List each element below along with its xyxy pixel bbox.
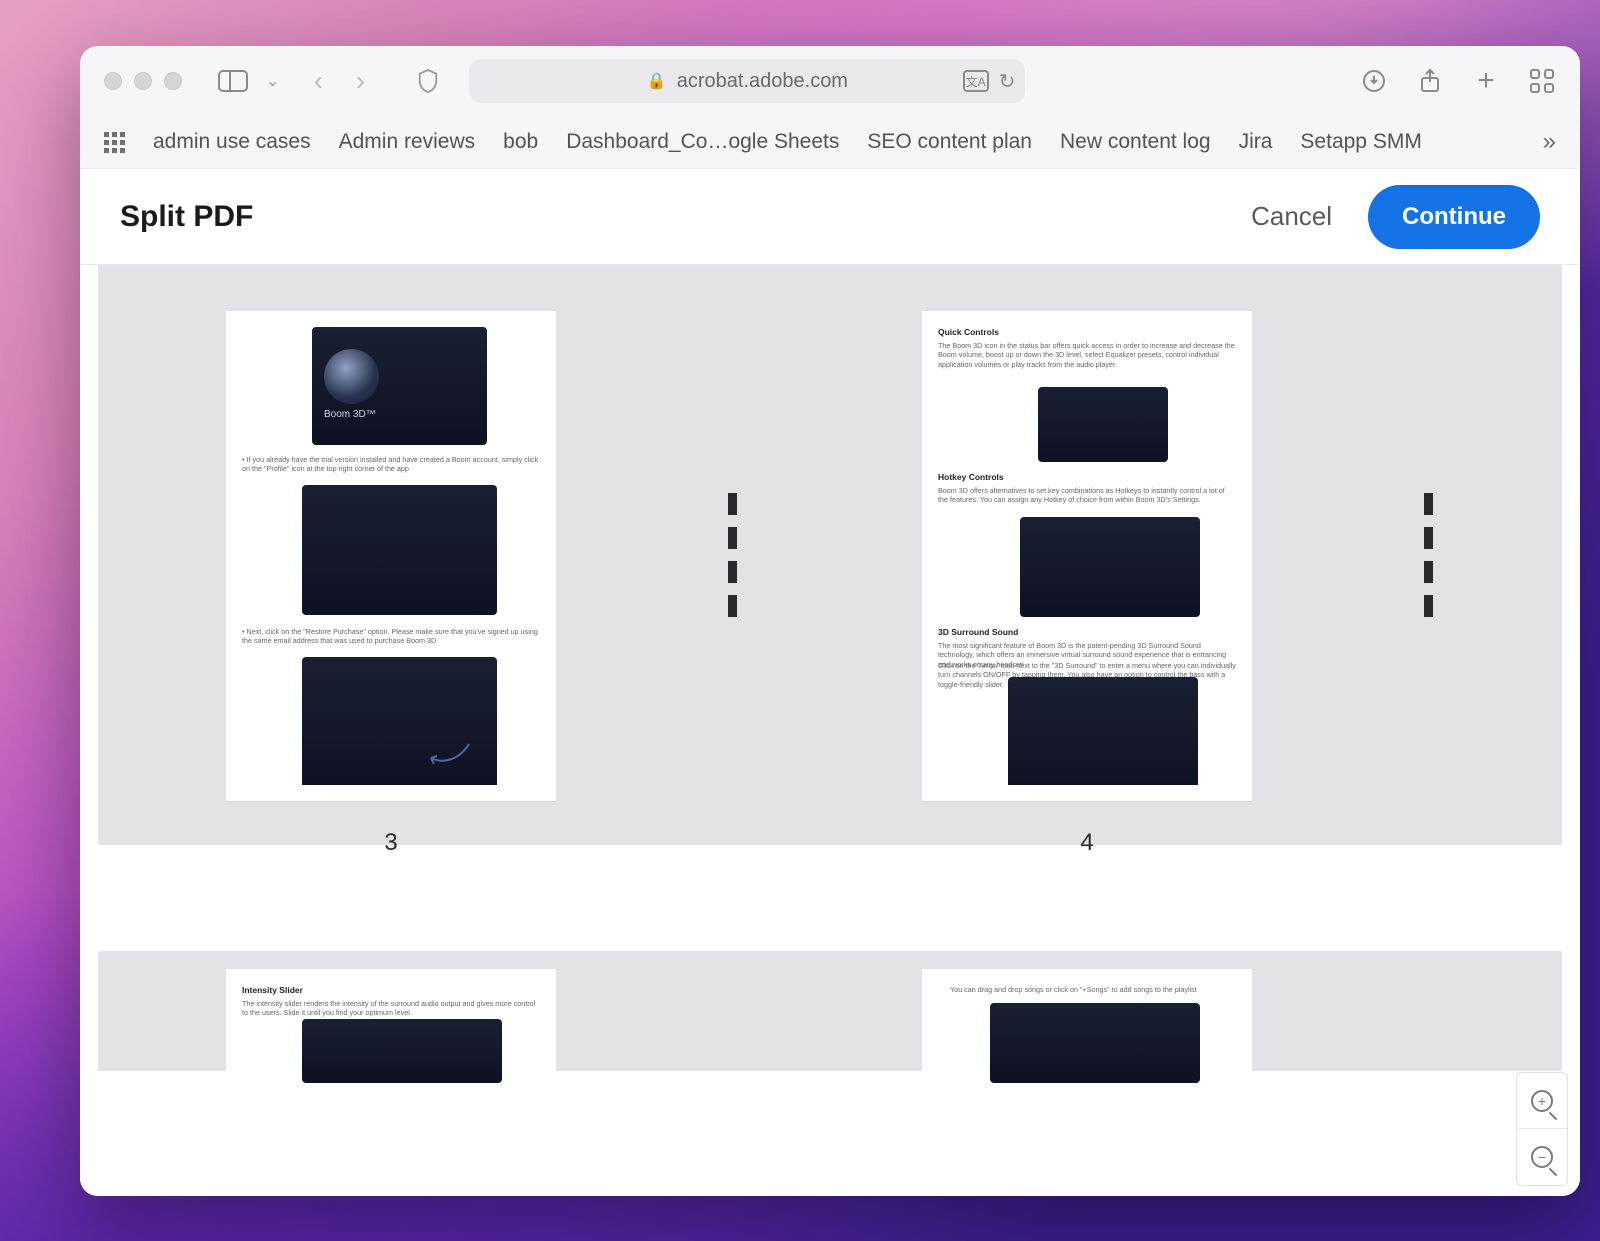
thumb3-line2: • Next, click on the "Restore Purchase" … (242, 627, 540, 646)
bookmark-item[interactable]: bob (503, 130, 538, 154)
lock-icon: 🔒 (647, 71, 667, 91)
share-button[interactable] (1416, 67, 1444, 95)
bookmark-item[interactable]: Jira (1239, 130, 1273, 154)
split-divider-handle[interactable] (728, 493, 737, 617)
page-number-label: 3 (384, 829, 397, 857)
page-content: Split PDF Cancel Continue Boom 3D™ • If … (80, 168, 1580, 1196)
bookmark-item[interactable]: SEO content plan (867, 130, 1032, 154)
bookmark-item[interactable]: Dashboard_Co…ogle Sheets (566, 130, 839, 154)
reload-button[interactable]: ↻ (999, 69, 1016, 94)
browser-window: ⌄ ‹ › 🔒 acrobat.adobe.com 文A ↻ + (80, 46, 1580, 1196)
address-bar[interactable]: 🔒 acrobat.adobe.com 文A ↻ (469, 59, 1025, 103)
bookmarks-bar: admin use cases Admin reviews bob Dashbo… (80, 116, 1580, 168)
translate-icon[interactable]: 文A (963, 70, 989, 92)
thumb3-line1: • If you already have the trial version … (242, 455, 540, 474)
bookmark-item[interactable]: Setapp SMM (1300, 130, 1421, 154)
cancel-button[interactable]: Cancel (1251, 201, 1332, 232)
url-host: acrobat.adobe.com (677, 70, 848, 93)
page-thumbnail-6[interactable]: You can drag and drop songs or click on … (922, 969, 1252, 1196)
thumb4-sec2-body: Boom 3D offers alternatives to set key c… (938, 486, 1236, 505)
sidebar-toggle-button[interactable] (214, 64, 252, 98)
tab-overview-button[interactable] (1528, 67, 1556, 95)
zoom-window-button[interactable] (164, 72, 182, 90)
page-number-label: 4 (1080, 829, 1093, 857)
thumb4-sec1-body: The Boom 3D icon in the status bar offer… (938, 341, 1236, 369)
thumb4-sec2-title: Hotkey Controls (938, 472, 1004, 483)
bookmark-item[interactable]: admin use cases (153, 130, 311, 154)
tab-group-chevron-icon[interactable]: ⌄ (266, 71, 279, 91)
close-window-button[interactable] (104, 72, 122, 90)
continue-button[interactable]: Continue (1368, 185, 1540, 249)
zoom-out-button[interactable]: − (1517, 1129, 1567, 1185)
bookmark-item[interactable]: Admin reviews (339, 130, 476, 154)
new-tab-button[interactable]: + (1472, 67, 1500, 95)
window-controls (104, 72, 182, 90)
page-thumbnail-4[interactable]: Quick Controls The Boom 3D icon in the s… (922, 311, 1252, 801)
page-header: Split PDF Cancel Continue (80, 169, 1580, 265)
zoom-controls: + − (1516, 1072, 1568, 1186)
page-thumbnail-3[interactable]: Boom 3D™ • If you already have the trial… (226, 311, 556, 801)
downloads-button[interactable] (1360, 67, 1388, 95)
thumb4-sec1-title: Quick Controls (938, 327, 999, 338)
back-button[interactable]: ‹ (299, 64, 337, 98)
apps-grid-icon[interactable] (104, 132, 125, 153)
thumb3-brand: Boom 3D™ (324, 409, 376, 422)
thumb4-sec3-title: 3D Surround Sound (938, 627, 1018, 638)
thumbnails-area: Boom 3D™ • If you already have the trial… (80, 265, 1580, 1196)
split-divider-handle[interactable] (1424, 493, 1433, 617)
thumbnail-row: Boom 3D™ • If you already have the trial… (98, 265, 1562, 845)
thumb6-body: You can drag and drop songs or click on … (950, 985, 1224, 994)
thumb5-title: Intensity Slider (242, 985, 303, 996)
forward-button[interactable]: › (341, 64, 379, 98)
page-thumbnail-5[interactable]: Intensity Slider The intensity slider re… (226, 969, 556, 1196)
thumb5-body: The intensity slider renders the intensi… (242, 999, 540, 1018)
page-title: Split PDF (120, 200, 253, 234)
thumbnail-row: Intensity Slider The intensity slider re… (98, 951, 1562, 1071)
bookmarks-overflow-button[interactable]: » (1543, 128, 1556, 156)
minimize-window-button[interactable] (134, 72, 152, 90)
zoom-in-button[interactable]: + (1517, 1073, 1567, 1129)
bookmark-item[interactable]: New content log (1060, 130, 1211, 154)
privacy-shield-icon[interactable] (409, 64, 447, 98)
browser-toolbar: ⌄ ‹ › 🔒 acrobat.adobe.com 文A ↻ + (80, 46, 1580, 116)
